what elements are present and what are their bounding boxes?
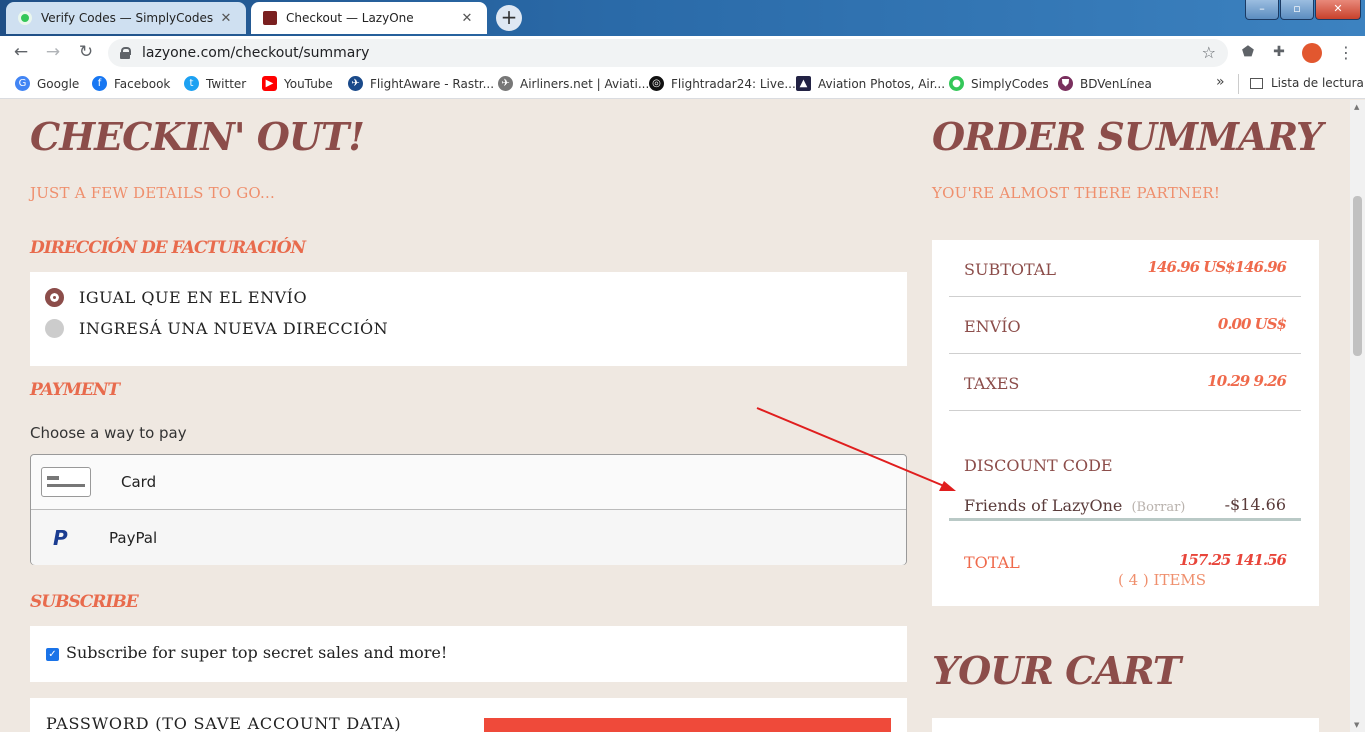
bookmark-youtube[interactable]: ▶ YouTube xyxy=(262,76,333,91)
bookmark-flightaware[interactable]: ✈ FlightAware - Rastr... xyxy=(348,76,494,91)
bookmark-aviation-photos[interactable]: ▲ Aviation Photos, Air... xyxy=(796,76,945,91)
close-icon[interactable]: ✕ xyxy=(218,11,234,26)
puzzle-extensions-icon[interactable]: ✚ xyxy=(1270,43,1288,61)
plane-icon: ✈ xyxy=(348,76,363,91)
tab-simplycodes[interactable]: Verify Codes — SimplyCodes ✕ xyxy=(6,2,246,34)
scroll-up-icon[interactable]: ▲ xyxy=(1354,103,1359,111)
profile-avatar[interactable] xyxy=(1302,43,1322,63)
photo-icon: ▲ xyxy=(796,76,811,91)
window-close-button[interactable]: ✕ xyxy=(1315,0,1361,20)
maximize-button[interactable]: ▫ xyxy=(1280,0,1314,20)
url-text: lazyone.com/checkout/summary xyxy=(142,45,370,61)
scroll-down-icon[interactable]: ▼ xyxy=(1354,721,1359,729)
simplycodes-icon xyxy=(18,11,32,25)
address-bar[interactable]: lazyone.com/checkout/summary ☆ xyxy=(108,39,1228,67)
lock-icon xyxy=(120,47,131,59)
forward-arrow-icon[interactable]: → xyxy=(42,41,64,63)
bookmark-airliners[interactable]: ✈ Airliners.net | Aviati... xyxy=(498,76,649,91)
tab-strip: Verify Codes — SimplyCodes ✕ Checkout — … xyxy=(0,0,1365,36)
bookmark-simplycodes[interactable]: ● SimplyCodes xyxy=(949,76,1049,91)
scroll-thumb[interactable] xyxy=(1353,196,1362,356)
tab-title: Checkout — LazyOne xyxy=(286,11,414,25)
annotation-arrow xyxy=(756,407,956,491)
lazyone-icon xyxy=(263,11,277,25)
tab-lazyone[interactable]: Checkout — LazyOne ✕ xyxy=(251,2,487,34)
radar-icon: ◎ xyxy=(649,76,664,91)
bookmark-facebook[interactable]: f Facebook xyxy=(92,76,170,91)
airliners-icon: ✈ xyxy=(498,76,513,91)
reading-list-button[interactable]: Lista de lectura xyxy=(1250,76,1364,90)
shield-extension-icon[interactable]: ⬟ xyxy=(1239,43,1257,61)
bookmark-flightradar24[interactable]: ◎ Flightradar24: Live... xyxy=(649,76,796,91)
checkout-page: Checkin' Out! Just a few details to go..… xyxy=(0,100,1350,732)
close-icon[interactable]: ✕ xyxy=(459,11,475,26)
bookmark-google[interactable]: G Google xyxy=(15,76,79,91)
tab-title: Verify Codes — SimplyCodes xyxy=(41,11,214,25)
divider xyxy=(1238,74,1239,94)
back-arrow-icon[interactable]: ← xyxy=(10,41,32,63)
kebab-menu-icon[interactable]: ⋮ xyxy=(1338,43,1354,62)
browser-toolbar: ← → ↻ lazyone.com/checkout/summary ☆ ⬟ ✚… xyxy=(0,36,1365,69)
reading-list-icon xyxy=(1250,77,1263,89)
page-scrollbar[interactable]: ▲ ▼ xyxy=(1350,100,1365,732)
bookmarks-bar: G Google f Facebook t Twitter ▶ YouTube ✈ Fli… xyxy=(0,69,1365,99)
reload-icon[interactable]: ↻ xyxy=(75,41,97,63)
bookmark-bdvenlinea[interactable]: ⛊ BDVenLínea xyxy=(1058,76,1152,91)
bookmark-star-icon[interactable]: ☆ xyxy=(1202,43,1216,62)
minimize-button[interactable]: – xyxy=(1245,0,1279,20)
google-icon: G xyxy=(15,76,30,91)
youtube-icon: ▶ xyxy=(262,76,277,91)
window-controls: – ▫ ✕ xyxy=(1244,0,1361,20)
more-bookmarks-icon[interactable]: » xyxy=(1216,74,1225,90)
facebook-icon: f xyxy=(92,76,107,91)
shield-icon: ⛊ xyxy=(1058,76,1073,91)
simplycodes-icon: ● xyxy=(949,76,964,91)
bookmark-twitter[interactable]: t Twitter xyxy=(184,76,246,91)
twitter-icon: t xyxy=(184,76,199,91)
new-tab-button[interactable]: + xyxy=(496,5,522,31)
